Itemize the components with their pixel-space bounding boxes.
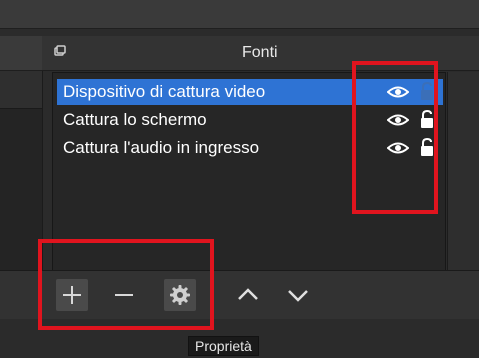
window-top-bar: [0, 0, 479, 29]
chevron-up-icon: [238, 288, 258, 300]
source-label: Cattura lo schermo: [63, 110, 207, 129]
sources-title: Fonti: [242, 44, 278, 61]
dock-float-icon[interactable]: [54, 45, 66, 57]
properties-tooltip: Proprietà: [188, 336, 259, 356]
move-down-button[interactable]: [282, 279, 314, 311]
right-panel-edge: [447, 72, 479, 270]
scenes-panel-header: [0, 36, 42, 71]
source-label: Dispositivo di cattura video: [63, 82, 266, 101]
move-up-button[interactable]: [232, 279, 264, 311]
scenes-panel: [0, 36, 43, 309]
annotation-highlight-visibility: [352, 61, 438, 214]
annotation-highlight-toolbar: [38, 239, 214, 330]
source-label: Cattura l'audio in ingresso: [63, 138, 260, 157]
chevron-down-icon: [288, 290, 308, 302]
